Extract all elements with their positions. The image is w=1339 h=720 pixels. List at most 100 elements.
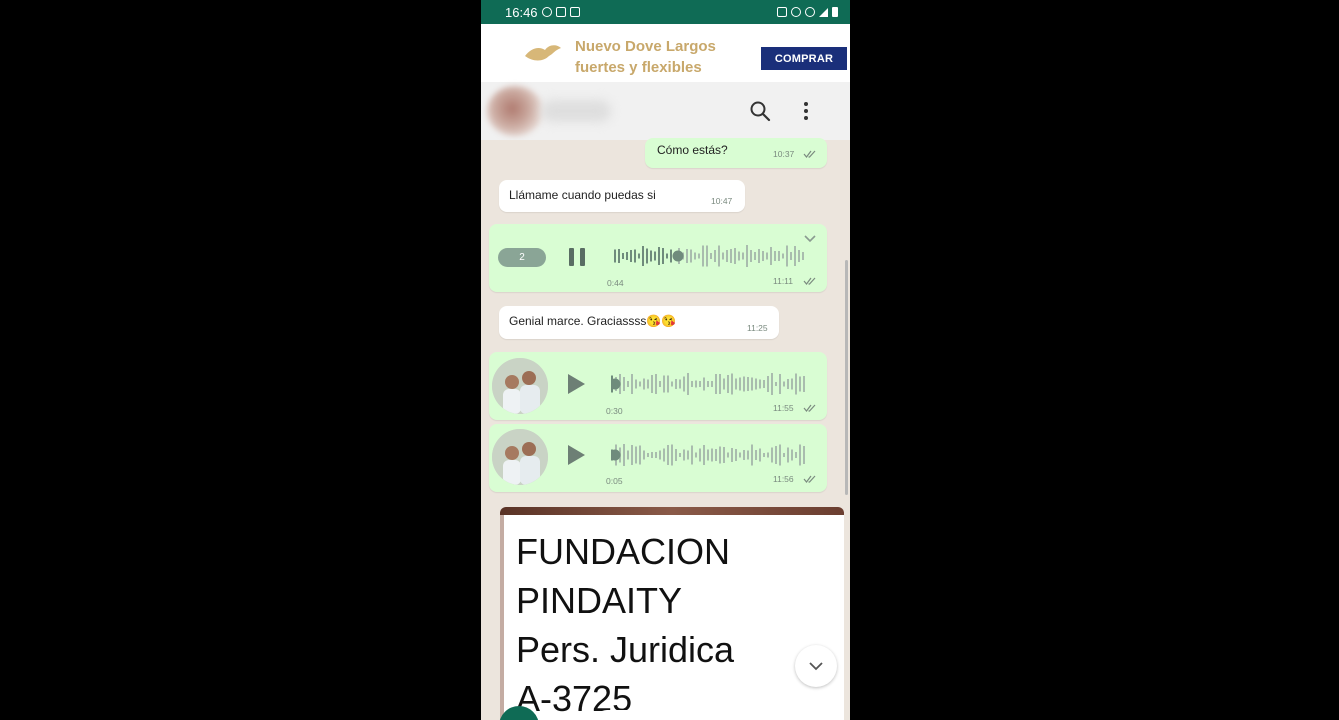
voice-message-bubble[interactable]: 0:05 11:56 bbox=[489, 424, 827, 492]
waveform-bar bbox=[710, 253, 712, 259]
chat-area: Cómo estás? 10:37 Llámame cuando puedas … bbox=[481, 138, 850, 720]
message-input[interactable] bbox=[595, 710, 795, 720]
mute-icon bbox=[791, 7, 801, 17]
playback-speed-button[interactable]: 2 bbox=[498, 248, 546, 267]
scrollbar[interactable] bbox=[845, 260, 848, 495]
waveform-bar bbox=[770, 247, 772, 265]
waveform-bar bbox=[634, 249, 636, 263]
waveform-bar bbox=[758, 249, 760, 263]
contact-avatar[interactable] bbox=[487, 86, 543, 136]
voice-waveform[interactable] bbox=[614, 242, 806, 270]
waveform-bar bbox=[767, 452, 769, 458]
scroll-to-bottom-button[interactable] bbox=[795, 645, 837, 687]
waveform-bar bbox=[730, 249, 732, 263]
waveform-bar bbox=[727, 452, 729, 458]
play-icon[interactable] bbox=[568, 445, 585, 465]
sender-avatar bbox=[492, 358, 548, 414]
waveform-bar bbox=[738, 251, 740, 261]
waveform-bar bbox=[799, 376, 801, 392]
chat-header bbox=[481, 82, 850, 140]
buy-button[interactable]: COMPRAR bbox=[761, 47, 847, 70]
message-bubble-incoming[interactable]: Llámame cuando puedas si 10:47 bbox=[499, 180, 745, 212]
voice-message-bubble[interactable]: 0:30 11:55 bbox=[489, 352, 827, 420]
waveform-bar bbox=[635, 379, 637, 389]
waveform-bar bbox=[747, 377, 749, 391]
waveform-bar bbox=[703, 377, 705, 391]
waveform-bar bbox=[798, 250, 800, 262]
waveform-bar bbox=[702, 245, 704, 267]
waveform-bar bbox=[631, 374, 633, 394]
waveform-bar bbox=[618, 249, 620, 263]
waveform-bar bbox=[671, 444, 673, 466]
waveform-bar bbox=[683, 376, 685, 392]
waveform-bar bbox=[623, 444, 625, 466]
waveform-bar bbox=[751, 377, 753, 391]
waveform-bar bbox=[630, 250, 632, 262]
document-line: PINDAITY bbox=[516, 580, 683, 621]
waveform-bar bbox=[743, 376, 745, 392]
waveform-bar bbox=[643, 378, 645, 390]
pause-icon[interactable] bbox=[569, 248, 585, 266]
waveform-bar bbox=[675, 449, 677, 461]
waveform-bar bbox=[775, 382, 777, 386]
play-icon[interactable] bbox=[568, 374, 585, 394]
waveform-bar bbox=[795, 452, 797, 458]
waveform-bar bbox=[635, 446, 637, 464]
waveform-bar bbox=[802, 252, 804, 260]
voice-waveform[interactable] bbox=[611, 370, 807, 398]
waveform-bar bbox=[715, 374, 717, 394]
waveform-bar bbox=[639, 445, 641, 465]
voice-waveform[interactable] bbox=[611, 441, 807, 469]
waveform-bar bbox=[747, 450, 749, 460]
read-receipt-icon bbox=[803, 475, 816, 483]
more-vert-icon[interactable] bbox=[799, 100, 813, 122]
sender-avatar bbox=[492, 429, 548, 485]
waveform-bar bbox=[795, 373, 797, 395]
waveform-bar bbox=[647, 453, 649, 457]
waveform-bar bbox=[771, 447, 773, 463]
waveform-bar bbox=[754, 252, 756, 260]
waveform-bar bbox=[774, 251, 776, 261]
waveform-bar bbox=[695, 452, 697, 458]
waveform-bar bbox=[787, 447, 789, 463]
chevron-down-icon[interactable] bbox=[803, 234, 817, 244]
waveform-bar bbox=[763, 380, 765, 388]
waveform-bar bbox=[646, 248, 648, 264]
waveform-bar bbox=[627, 381, 629, 387]
whatsapp-notification-icon bbox=[541, 7, 552, 17]
waveform-bar bbox=[719, 446, 721, 464]
search-icon[interactable] bbox=[749, 100, 771, 122]
chevron-down-icon bbox=[809, 662, 823, 671]
waveform-bar bbox=[718, 245, 720, 267]
document-line: FUNDACION bbox=[516, 531, 730, 572]
message-bubble-outgoing[interactable]: Cómo estás? 10:37 bbox=[645, 138, 827, 168]
waveform-bar bbox=[614, 249, 616, 263]
waveform-bar bbox=[762, 251, 764, 261]
waveform-bar bbox=[739, 452, 741, 458]
waveform-bar bbox=[663, 375, 665, 393]
document-image-message[interactable]: FUNDACION PINDAITY Pers. Juridica A-3725 bbox=[500, 507, 844, 720]
waveform-bar bbox=[790, 252, 792, 260]
waveform-bar bbox=[755, 378, 757, 390]
ad-banner[interactable]: Nuevo Dove Largos fuertes y flexibles CO… bbox=[481, 24, 850, 82]
read-receipt-icon bbox=[803, 277, 816, 285]
waveform-bar bbox=[694, 252, 696, 260]
waveform-bar bbox=[803, 446, 805, 464]
ad-headline[interactable]: Nuevo Dove Largos fuertes y flexibles bbox=[575, 36, 755, 78]
contact-name[interactable] bbox=[541, 100, 611, 122]
waveform-bar bbox=[699, 381, 701, 387]
waveform-bar bbox=[706, 245, 708, 267]
waveform-bar bbox=[731, 373, 733, 395]
waveform-bar bbox=[679, 453, 681, 457]
waveform-bar bbox=[627, 450, 629, 460]
avatar-photo-icon bbox=[492, 358, 548, 414]
waveform-bar bbox=[698, 253, 700, 259]
waveform-bar bbox=[775, 446, 777, 464]
document-left-edge bbox=[500, 515, 504, 720]
message-text: Llámame cuando puedas si bbox=[509, 188, 656, 202]
waveform-bar bbox=[687, 373, 689, 395]
voice-message-bubble[interactable]: 2 0:44 11:11 bbox=[489, 224, 827, 292]
dove-logo-icon bbox=[525, 45, 561, 61]
playhead-handle[interactable] bbox=[672, 250, 684, 262]
message-bubble-incoming[interactable]: Genial marce. Graciassss😘😘 11:25 bbox=[499, 306, 779, 339]
